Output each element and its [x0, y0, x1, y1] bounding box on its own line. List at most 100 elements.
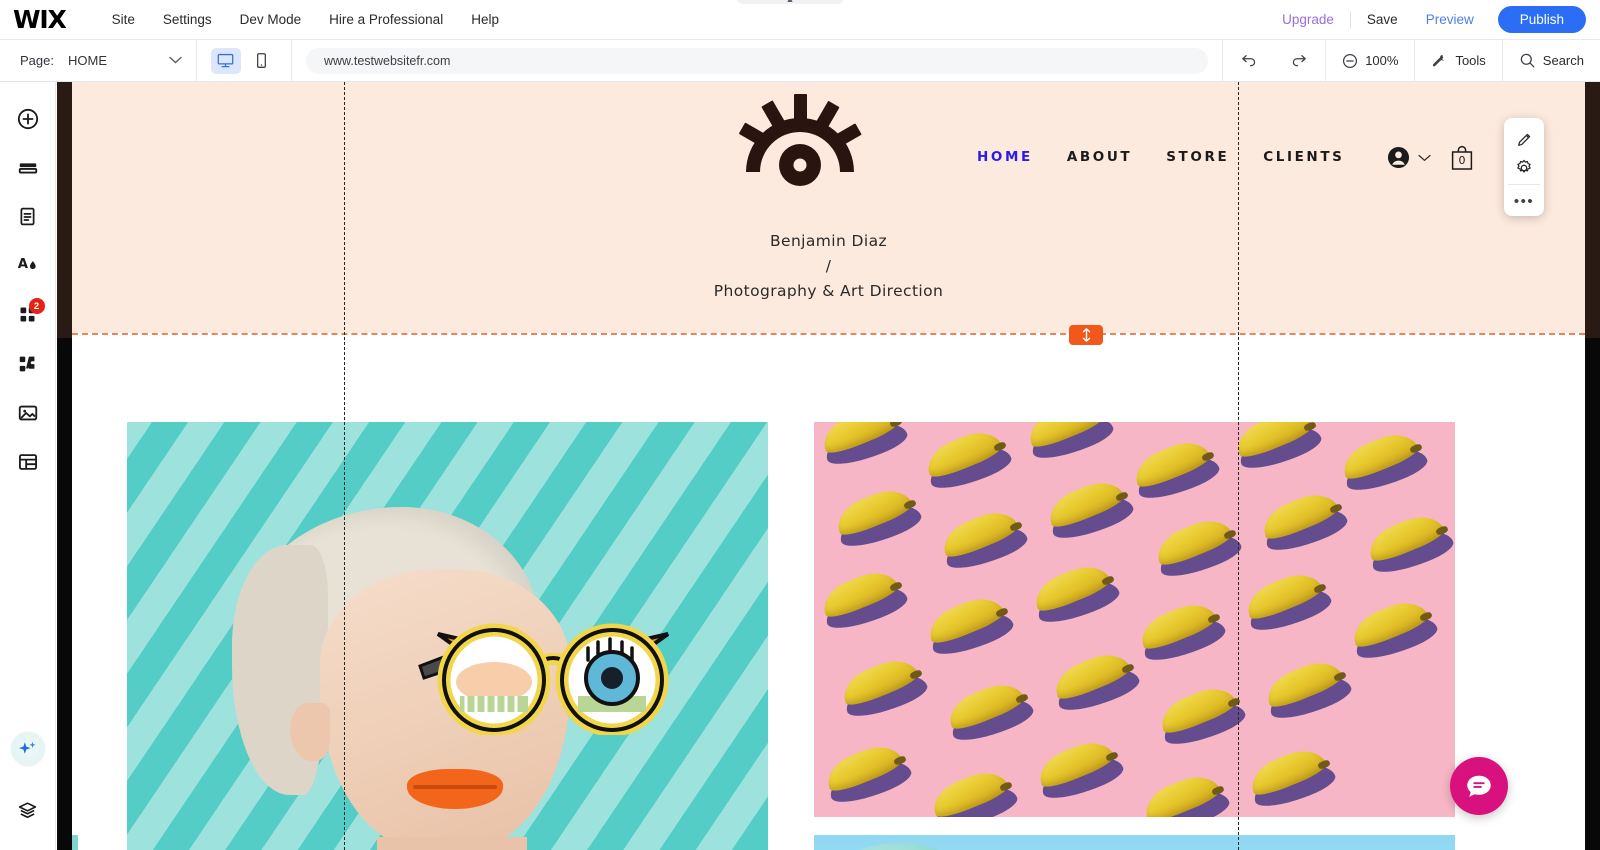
- chat-bubble-icon: [1467, 775, 1491, 797]
- page-selector-label: Page:: [20, 53, 54, 68]
- redo-icon: [1292, 55, 1307, 67]
- device-switcher: [197, 47, 291, 74]
- search-label: Search: [1542, 53, 1584, 68]
- element-settings-button[interactable]: [1508, 154, 1540, 182]
- menu-help[interactable]: Help: [457, 0, 513, 40]
- theme-icon: A: [18, 257, 36, 272]
- support-chat-button[interactable]: [1450, 757, 1508, 815]
- eye-sunburst-logo[interactable]: [738, 94, 862, 186]
- pencil-icon: [1517, 134, 1530, 147]
- portrait-figure: [232, 507, 670, 850]
- layers-button[interactable]: [0, 788, 56, 832]
- zoom-level-label: 100%: [1365, 53, 1399, 68]
- divider: [1349, 10, 1351, 29]
- save-button[interactable]: Save: [1353, 12, 1412, 27]
- site-cart-button[interactable]: 0: [1450, 144, 1474, 177]
- divider: [1508, 184, 1540, 186]
- site-tagline[interactable]: Benjamin Diaz / Photography & Art Direct…: [72, 229, 1585, 304]
- more-options-button[interactable]: •••: [1508, 188, 1540, 216]
- sidebar-item-add-section[interactable]: [0, 143, 56, 192]
- layers-icon: [18, 801, 37, 818]
- sidebar-item-add-ons[interactable]: [0, 339, 56, 388]
- site-url-field[interactable]: www.testwebsitefr.com: [305, 47, 1209, 74]
- site-nav-item-store[interactable]: STORE: [1166, 149, 1229, 165]
- search-icon: [1520, 53, 1535, 68]
- menu-site[interactable]: Site: [98, 0, 149, 40]
- publish-button[interactable]: Publish: [1497, 6, 1586, 33]
- site-url-wrapper: www.testwebsitefr.com: [292, 47, 1222, 74]
- sidebar-item-media-manager[interactable]: [0, 388, 56, 437]
- table-icon: [18, 453, 37, 470]
- svg-text:A: A: [18, 257, 29, 272]
- sidebar-item-cms[interactable]: [0, 437, 56, 486]
- menu-hire-a-professional[interactable]: Hire a Professional: [315, 0, 457, 40]
- desktop-icon: [218, 53, 234, 68]
- portrait-sunglasses-image[interactable]: [127, 422, 768, 850]
- chevron-up-icon: ▲: [786, 0, 795, 4]
- editor-secondary-toolbar: Page: HOME www.testwebsitefr.com 100% To…: [0, 39, 1600, 82]
- editor-top-bar: ▲ WIX Site Settings Dev Mode Hire a Prof…: [0, 0, 1600, 40]
- menu-settings[interactable]: Settings: [149, 0, 226, 40]
- tagline-line-3: Photography & Art Direction: [713, 282, 944, 300]
- sidebar-item-apps[interactable]: 2: [0, 290, 56, 339]
- sparkle-icon: [19, 741, 36, 754]
- edit-element-button[interactable]: [1508, 126, 1540, 154]
- sidebar-item-add-elements[interactable]: [0, 94, 56, 143]
- site-nav-item-about[interactable]: ABOUT: [1067, 149, 1132, 165]
- plus-circle-icon: [17, 108, 38, 129]
- chevron-down-icon: [1418, 154, 1431, 161]
- sidebar-item-pages[interactable]: [0, 192, 56, 241]
- sidebar-item-site-theme[interactable]: A: [0, 241, 56, 290]
- section-icon: [18, 162, 37, 173]
- preview-button[interactable]: Preview: [1412, 12, 1488, 27]
- page-selector-value: HOME: [67, 53, 107, 68]
- wrench-icon: [1433, 54, 1446, 67]
- page-icon: [20, 207, 35, 226]
- mobile-icon: [257, 53, 267, 68]
- tools-button[interactable]: Tools: [1415, 40, 1501, 82]
- editor-canvas[interactable]: HOME ABOUT STORE CLIENTS 0 Benjamin Diaz: [57, 82, 1600, 850]
- site-account-menu[interactable]: [1387, 146, 1431, 169]
- blue-object-image[interactable]: [814, 835, 1455, 850]
- resize-vertical-icon: [1082, 328, 1090, 342]
- page-selector[interactable]: Page: HOME: [0, 40, 196, 82]
- site-navigation: HOME ABOUT STORE CLIENTS: [977, 149, 1378, 165]
- menu-dev-mode[interactable]: Dev Mode: [226, 0, 316, 40]
- desktop-view-button[interactable]: [210, 47, 241, 74]
- search-button[interactable]: Search: [1503, 40, 1600, 82]
- banana-pattern-image[interactable]: [814, 422, 1455, 817]
- ear-shape: [290, 703, 330, 761]
- site-header-section[interactable]: HOME ABOUT STORE CLIENTS 0 Benjamin Diaz: [72, 82, 1585, 333]
- search-group: Search: [1503, 40, 1600, 82]
- cart-item-count: 0: [1458, 154, 1466, 167]
- apps-badge-count: 2: [28, 298, 45, 314]
- gear-icon: [1517, 159, 1531, 173]
- mobile-view-button[interactable]: [247, 48, 277, 74]
- element-float-toolbar: •••: [1504, 118, 1544, 216]
- site-gallery-section[interactable]: [72, 335, 1585, 850]
- top-bar-actions: Upgrade Save Preview Publish: [1268, 0, 1600, 40]
- canvas-frame-left-top: [57, 82, 72, 338]
- ai-assistant-button[interactable]: [10, 732, 45, 766]
- collapse-top-bar-tab[interactable]: ▲: [736, 0, 844, 4]
- puzzle-icon: [19, 356, 34, 371]
- zoom-control[interactable]: 100%: [1326, 40, 1414, 82]
- tagline-line-2: /: [825, 257, 832, 275]
- wix-logo[interactable]: WIX: [13, 7, 67, 32]
- teal-round-object: [814, 843, 1007, 850]
- editor-left-rail: A 2: [0, 82, 56, 850]
- user-avatar-icon: [1387, 146, 1410, 169]
- history-group: [1223, 40, 1325, 82]
- site-nav-item-home[interactable]: HOME: [977, 149, 1033, 165]
- section-resize-handle[interactable]: [1069, 325, 1103, 345]
- tools-label: Tools: [1455, 53, 1486, 68]
- site-nav-item-clients[interactable]: CLIENTS: [1263, 149, 1344, 165]
- redo-button[interactable]: [1274, 40, 1325, 82]
- teal-edge-sliver: [72, 835, 78, 850]
- tools-group: Tools: [1415, 40, 1501, 82]
- chevron-down-icon: [169, 55, 182, 67]
- undo-button[interactable]: [1223, 40, 1274, 82]
- canvas-frame-right-top: [1585, 82, 1600, 338]
- zoom-out-icon: [1343, 53, 1358, 68]
- upgrade-link[interactable]: Upgrade: [1268, 12, 1348, 27]
